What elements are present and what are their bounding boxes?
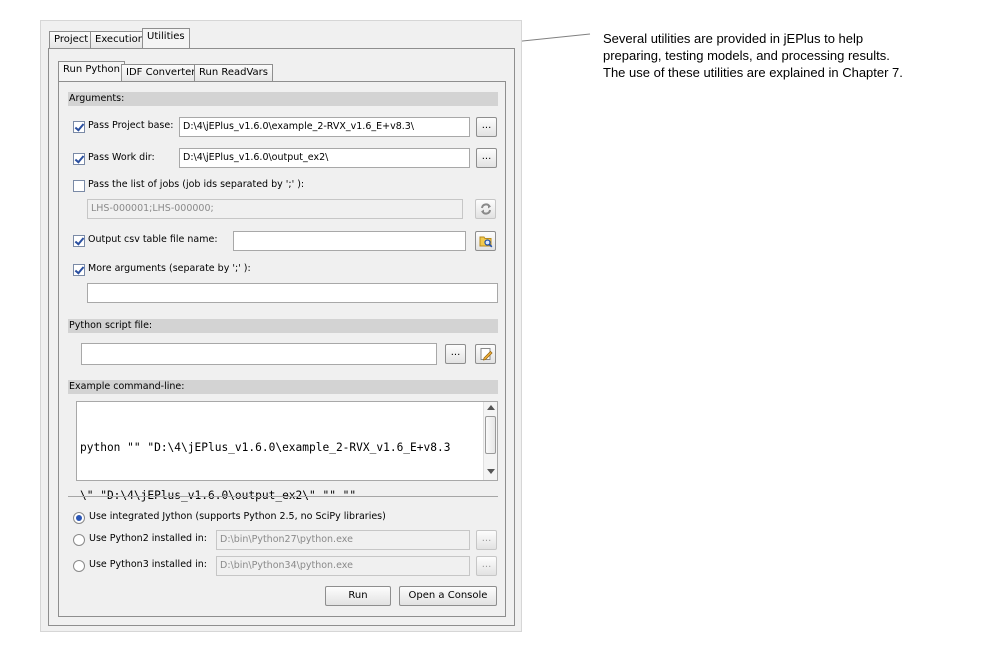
separator	[68, 496, 498, 497]
job-list-input[interactable]: LHS-000001;LHS-000000;	[87, 199, 463, 219]
script-header: Python script file:	[68, 319, 498, 333]
jython-label: Use integrated Jython (supports Python 2…	[89, 511, 386, 522]
python3-path-input[interactable]: D:\bin\Python34\python.exe	[216, 556, 470, 576]
python3-browse-button[interactable]: ...	[476, 556, 497, 576]
example-line-1: python "" "D:\4\jEPlus_v1.6.0\example_2-…	[80, 441, 451, 454]
tab-project[interactable]: Project	[49, 31, 94, 49]
python3-label: Use Python3 installed in:	[89, 559, 207, 570]
job-list-checkbox[interactable]	[73, 180, 85, 192]
annotation-text: Several utilities are provided in jEPlus…	[603, 31, 903, 80]
jython-radio[interactable]	[73, 512, 85, 524]
scroll-down-icon[interactable]	[487, 469, 495, 474]
example-scrollbar[interactable]	[483, 402, 497, 480]
work-dir-browse-button[interactable]: ...	[476, 148, 497, 168]
tab-utilities[interactable]: Utilities	[142, 28, 190, 49]
edit-icon	[480, 348, 493, 361]
more-args-checkbox[interactable]	[73, 264, 85, 276]
tab-run-python[interactable]: Run Python	[58, 61, 126, 82]
project-base-label: Pass Project base:	[88, 120, 174, 131]
work-dir-input[interactable]: D:\4\jEPlus_v1.6.0\output_ex2\	[179, 148, 470, 168]
python2-browse-button[interactable]: ...	[476, 530, 497, 550]
project-base-browse-button[interactable]: ...	[476, 117, 497, 137]
script-file-input[interactable]	[81, 343, 437, 365]
tab-idf-converter[interactable]: IDF Converter	[121, 64, 201, 82]
more-args-input[interactable]	[87, 283, 498, 303]
tab-execution[interactable]: Execution	[90, 31, 150, 49]
arguments-header: Arguments:	[68, 92, 498, 106]
output-csv-checkbox[interactable]	[73, 235, 85, 247]
script-edit-button[interactable]	[475, 344, 496, 364]
scroll-thumb[interactable]	[485, 416, 496, 454]
scroll-up-icon[interactable]	[487, 405, 495, 410]
python2-path-input[interactable]: D:\bin\Python27\python.exe	[216, 530, 470, 550]
python3-radio[interactable]	[73, 560, 85, 572]
output-csv-browse-button[interactable]	[475, 231, 496, 251]
work-dir-checkbox[interactable]	[73, 153, 85, 165]
example-textarea[interactable]: python "" "D:\4\jEPlus_v1.6.0\example_2-…	[76, 401, 498, 502]
refresh-jobs-button[interactable]	[475, 199, 496, 219]
python2-label: Use Python2 installed in:	[89, 533, 207, 544]
job-list-label: Pass the list of jobs (job ids separated…	[88, 179, 305, 190]
project-base-checkbox[interactable]	[73, 121, 85, 133]
python2-radio[interactable]	[73, 534, 85, 546]
open-console-button[interactable]: Open a Console	[399, 586, 497, 606]
refresh-icon	[480, 203, 491, 215]
folder-search-icon	[479, 236, 492, 248]
work-dir-label: Pass Work dir:	[88, 152, 155, 163]
output-csv-input[interactable]	[233, 231, 466, 251]
more-args-label: More arguments (separate by ';' ):	[88, 263, 251, 274]
output-csv-label: Output csv table file name:	[88, 234, 218, 245]
project-base-input[interactable]: D:\4\jEPlus_v1.6.0\example_2-RVX_v1.6_E+…	[179, 117, 470, 137]
tab-run-readvars[interactable]: Run ReadVars	[194, 64, 273, 82]
run-button[interactable]: Run	[325, 586, 391, 606]
example-header: Example command-line:	[68, 380, 498, 394]
script-browse-button[interactable]: ...	[445, 344, 466, 364]
